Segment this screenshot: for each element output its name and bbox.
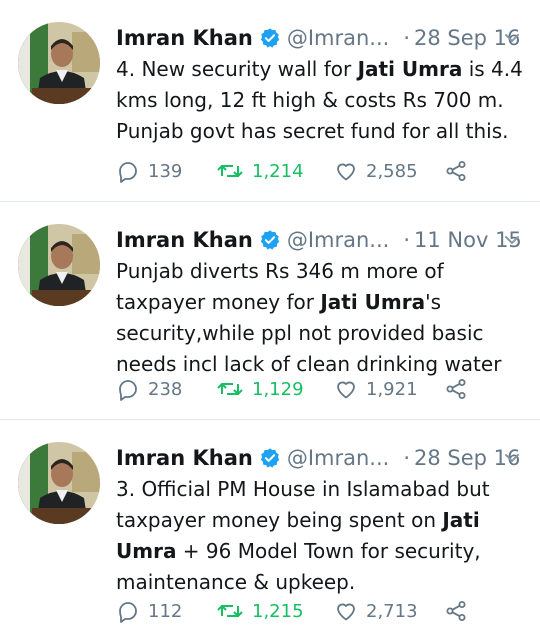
like-count: 2,713 [366, 600, 418, 622]
chevron-down-icon[interactable] [502, 448, 522, 468]
tweet-actions: 139 1,214 2,585 [116, 156, 468, 186]
retweet-icon [217, 383, 243, 395]
chevron-down-icon[interactable] [502, 230, 522, 250]
share-button[interactable] [444, 159, 468, 183]
share-button[interactable] [444, 599, 468, 623]
like-button[interactable]: 2,713 [334, 599, 444, 623]
separator-dot: · [403, 26, 411, 50]
avatar[interactable] [18, 442, 100, 524]
reply-icon [119, 162, 137, 183]
share-icon [446, 161, 466, 181]
verified-badge-icon [260, 230, 279, 250]
reply-button[interactable]: 238 [116, 377, 216, 401]
tweet-text-bold[interactable]: Jati Umra [358, 57, 463, 81]
retweet-count: 1,129 [252, 378, 304, 400]
chevron-down-icon[interactable] [502, 28, 522, 48]
tweet-text-part: 3. Official PM House in Islamabad but ta… [116, 477, 490, 532]
reply-count: 112 [148, 600, 183, 622]
share-icon [446, 601, 466, 621]
retweet-button[interactable]: 1,215 [216, 599, 334, 623]
heart-icon [337, 163, 355, 181]
reply-count: 139 [148, 160, 183, 182]
verified-badge-icon [260, 448, 279, 468]
retweet-button[interactable]: 1,129 [216, 377, 334, 401]
like-button[interactable]: 1,921 [334, 377, 444, 401]
author-name[interactable]: Imran Khan [116, 446, 253, 470]
tweet[interactable]: Imran Khan @Imran... · 11 Nov 15 Punjab … [0, 202, 540, 420]
separator-dot: · [403, 446, 411, 470]
author-handle[interactable]: @Imran... [287, 26, 390, 50]
tweet-text: 3. Official PM House in Islamabad but ta… [116, 474, 536, 598]
author-name[interactable]: Imran Khan [116, 228, 253, 252]
retweet-button[interactable]: 1,214 [216, 159, 334, 183]
like-count: 2,585 [366, 160, 418, 182]
tweet-header: Imran Khan @Imran... · 28 Sep 16 [116, 22, 526, 54]
tweet[interactable]: Imran Khan @Imran... · 28 Sep 16 3. Offi… [0, 420, 540, 640]
author-handle[interactable]: @Imran... [287, 446, 390, 470]
retweet-count: 1,215 [252, 600, 304, 622]
tweet-header: Imran Khan @Imran... · 28 Sep 16 [116, 442, 526, 474]
separator-dot: · [403, 228, 411, 252]
avatar[interactable] [18, 22, 100, 104]
heart-icon [337, 381, 355, 399]
heart-icon [337, 603, 355, 621]
verified-badge-icon [260, 28, 279, 48]
author-handle[interactable]: @Imran... [287, 228, 390, 252]
reply-button[interactable]: 139 [116, 159, 216, 183]
tweet-text-part: 4. New security wall for [116, 57, 358, 81]
retweet-count: 1,214 [252, 160, 304, 182]
tweet-actions: 112 1,215 2,713 [116, 596, 468, 626]
tweet-text-bold[interactable]: Jati Umra [320, 290, 425, 314]
share-button[interactable] [444, 377, 468, 401]
tweet-header: Imran Khan @Imran... · 11 Nov 15 [116, 224, 526, 256]
retweet-icon [217, 605, 243, 617]
tweet-text: 4. New security wall for Jati Umra is 4.… [116, 54, 536, 147]
reply-icon [119, 602, 137, 623]
like-button[interactable]: 2,585 [334, 159, 444, 183]
like-count: 1,921 [366, 378, 418, 400]
reply-button[interactable]: 112 [116, 599, 216, 623]
reply-icon [119, 380, 137, 401]
tweet-actions: 238 1,129 1,921 [116, 374, 468, 404]
avatar[interactable] [18, 224, 100, 306]
reply-count: 238 [148, 378, 183, 400]
tweet-feed: Imran Khan @Imran... · 28 Sep 16 4. New … [0, 0, 540, 640]
retweet-icon [217, 165, 243, 177]
share-icon [446, 379, 466, 399]
tweet[interactable]: Imran Khan @Imran... · 28 Sep 16 4. New … [0, 0, 540, 202]
tweet-text: Punjab diverts Rs 346 m more of taxpayer… [116, 256, 536, 380]
author-name[interactable]: Imran Khan [116, 26, 253, 50]
